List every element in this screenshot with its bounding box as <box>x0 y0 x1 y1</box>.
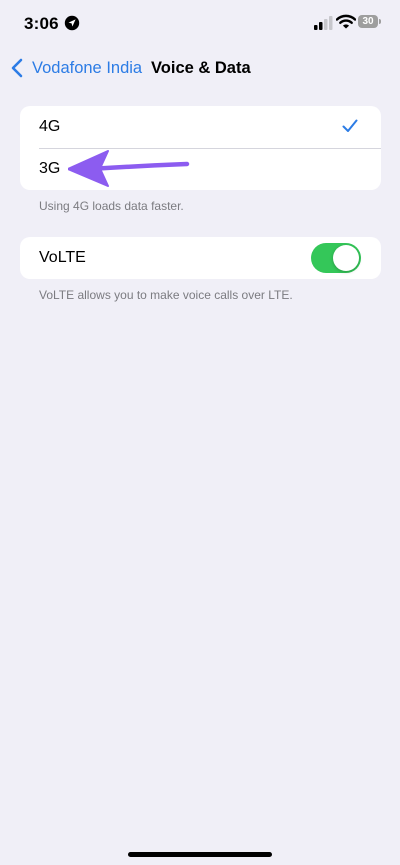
status-time: 3:06 <box>24 14 59 33</box>
option-4g-label: 4G <box>39 118 61 135</box>
navigation-bar: Vodafone India Voice & Data <box>0 50 400 86</box>
battery-cap <box>379 19 381 24</box>
back-button[interactable]: Vodafone India <box>32 59 142 78</box>
option-3g-label: 3G <box>39 160 61 177</box>
battery-icon: 30 <box>358 15 382 28</box>
annotation-arrow-icon <box>68 150 190 187</box>
checkmark-icon <box>342 119 358 133</box>
volte-label: VoLTE <box>39 249 86 266</box>
home-indicator[interactable] <box>128 852 272 857</box>
status-bar: 3:06 30 <box>0 0 400 48</box>
back-chevron-icon[interactable] <box>10 58 24 78</box>
toggle-knob <box>333 245 359 271</box>
battery-level: 30 <box>358 15 378 28</box>
volte-row: VoLTE <box>20 237 381 279</box>
network-footnote: Using 4G loads data faster. <box>39 199 184 213</box>
location-icon <box>64 15 80 31</box>
volte-group: VoLTE <box>20 237 381 279</box>
volte-footnote: VoLTE allows you to make voice calls ove… <box>39 288 293 302</box>
option-4g-row[interactable]: 4G <box>20 106 381 149</box>
volte-toggle[interactable] <box>311 243 361 273</box>
page-title: Voice & Data <box>151 59 251 77</box>
cellular-signal-icon <box>314 16 334 30</box>
wifi-icon <box>335 14 357 30</box>
